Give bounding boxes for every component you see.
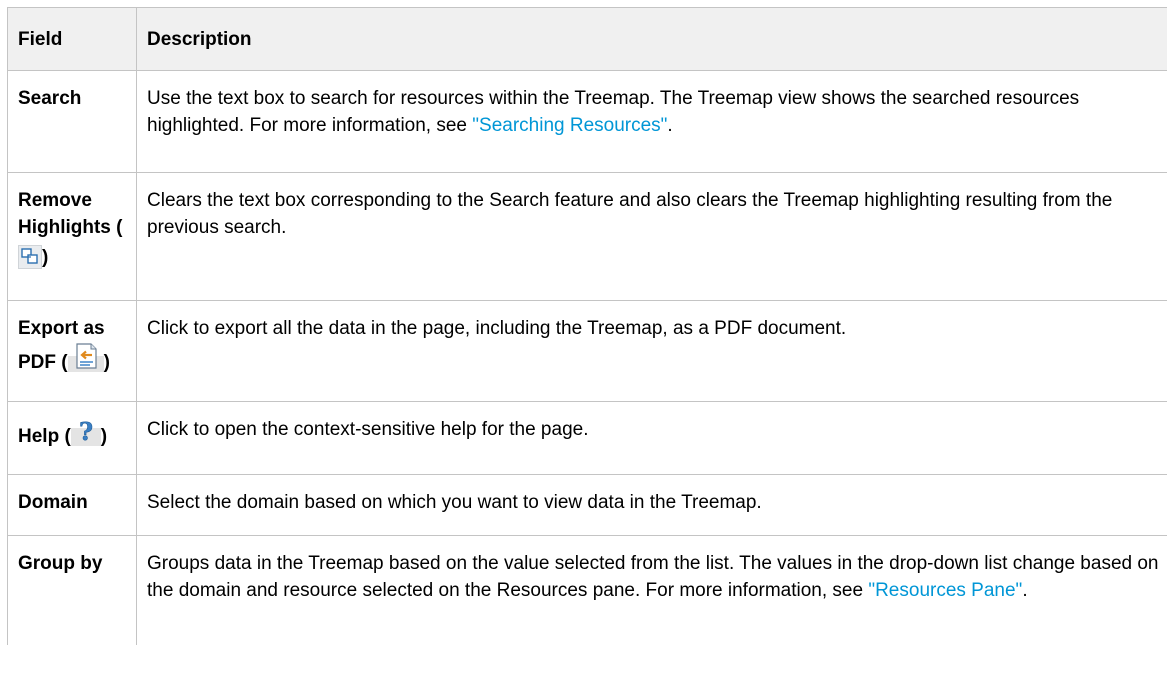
description-cell-export-pdf: Click to export all the data in the page… — [136, 300, 1167, 402]
resources-pane-link[interactable]: "Resources Pane" — [868, 580, 1022, 601]
field-cell-remove-highlights: Remove Highlights ( ) — [7, 172, 137, 301]
field-label-line1: Export as — [18, 318, 105, 339]
table-row-domain: Domain Select the domain based on which … — [7, 474, 1167, 536]
help-icon: ? — [70, 416, 101, 446]
field-description-table: Field Description Search Use the text bo… — [7, 7, 1167, 645]
description-cell-search: Use the text box to search for resources… — [136, 70, 1167, 173]
table-row-search: Search Use the text box to search for re… — [7, 70, 1167, 173]
description-cell-help: Click to open the context-sensitive help… — [136, 401, 1167, 475]
table-header-row: Field Description — [7, 7, 1167, 71]
field-cell-help: Help ( ? ) — [7, 401, 137, 475]
field-label-line1: Remove — [18, 190, 92, 211]
field-cell-domain: Domain — [7, 474, 137, 536]
remove-highlights-icon — [18, 245, 42, 269]
description-period: . — [1022, 580, 1028, 601]
field-cell-group-by: Group by — [7, 535, 137, 645]
field-label-close: ) — [42, 247, 49, 268]
description-column-header: Description — [136, 7, 1167, 71]
field-column-header: Field — [7, 7, 137, 71]
table-row-export-pdf: Export as PDF ( ) Click to export all th… — [7, 300, 1167, 402]
description-cell-remove-highlights: Clears the text box corresponding to the… — [136, 172, 1167, 301]
field-label-close: ) — [100, 426, 108, 447]
description-period: . — [667, 115, 673, 136]
field-label-close: ) — [103, 352, 110, 373]
field-label-line2: PDF ( — [18, 352, 68, 373]
table-row-remove-highlights: Remove Highlights ( ) Clears the text bo… — [7, 172, 1167, 301]
description-cell-domain: Select the domain based on which you wan… — [136, 474, 1167, 536]
searching-resources-link[interactable]: "Searching Resources" — [472, 115, 667, 136]
field-label-line2: Highlights ( — [18, 217, 123, 238]
export-pdf-icon — [67, 342, 104, 372]
table-row-help: Help ( ? ) Click to open the context-sen… — [7, 401, 1167, 475]
field-cell-export-pdf: Export as PDF ( ) — [7, 300, 137, 402]
description-cell-group-by: Groups data in the Treemap based on the … — [136, 535, 1167, 645]
field-label-line1: Help ( — [18, 426, 71, 447]
svg-text:?: ? — [79, 417, 93, 446]
field-cell-search: Search — [7, 70, 137, 173]
table-row-group-by: Group by Groups data in the Treemap base… — [7, 535, 1167, 645]
